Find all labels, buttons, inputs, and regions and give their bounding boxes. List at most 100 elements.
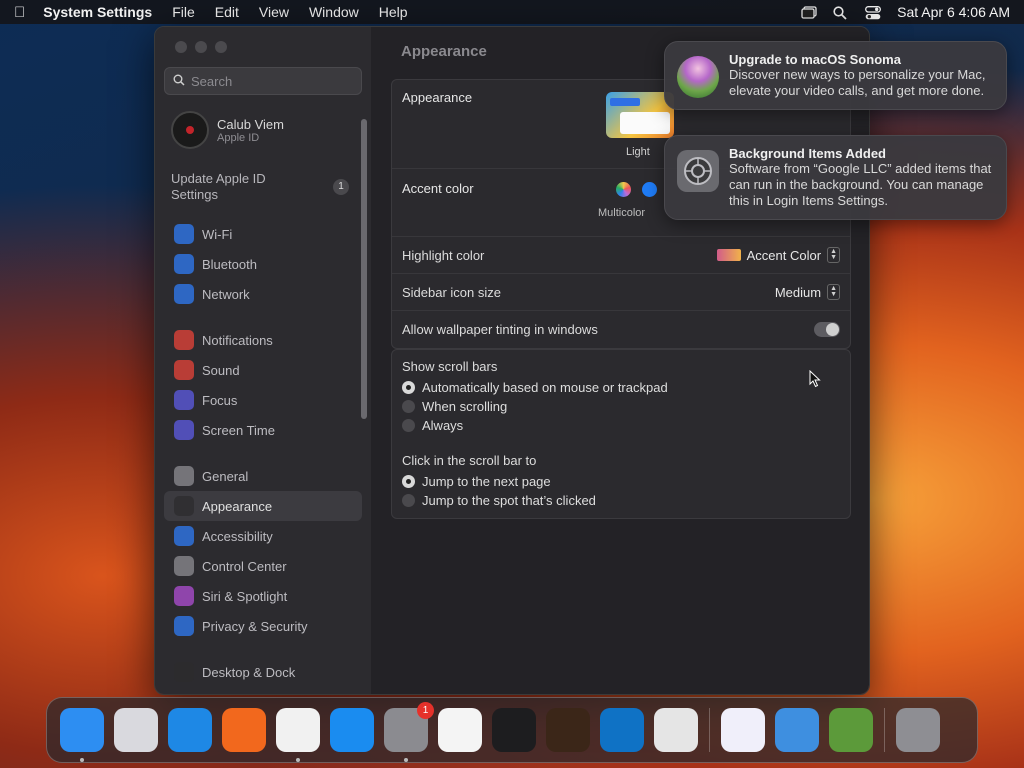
sidebar-group: Wi-Fi Bluetooth Network — [155, 219, 371, 309]
scroll-bars-option[interactable]: Always — [392, 416, 850, 435]
system-settings-icon[interactable]: 1 — [384, 702, 434, 762]
app-store-icon[interactable] — [330, 708, 374, 752]
sidebar-item-desktop-dock[interactable]: Desktop & Dock — [164, 657, 362, 687]
accent-blue-swatch[interactable] — [642, 182, 657, 197]
sidebar-item-label: Bluetooth — [202, 256, 257, 272]
highlight-color-popup[interactable]: Accent Color ▲ ▼ — [716, 247, 840, 263]
search-field[interactable] — [164, 67, 362, 95]
menu-edit[interactable]: Edit — [215, 4, 239, 20]
radio-button[interactable] — [402, 475, 415, 488]
minimize-button[interactable] — [195, 41, 207, 53]
close-button[interactable] — [175, 41, 187, 53]
show-scroll-bars-label: Show scroll bars — [402, 359, 498, 374]
sidebar-item-privacy-security[interactable]: Privacy & Security — [164, 611, 362, 641]
click-scroll-option[interactable]: Jump to the next page — [392, 472, 850, 491]
wallpaper-tinting-toggle[interactable] — [814, 322, 840, 337]
weather-icon[interactable] — [775, 708, 819, 752]
menu-help[interactable]: Help — [379, 4, 408, 20]
menu-app-name[interactable]: System Settings — [43, 4, 152, 20]
gear-icon — [174, 466, 194, 486]
sidebar-item-label: Privacy & Security — [202, 618, 308, 634]
search-input[interactable] — [191, 73, 341, 89]
sidebar-item-bluetooth[interactable]: Bluetooth — [164, 249, 362, 279]
notification-body: Software from “Google LLC” added items t… — [729, 161, 992, 208]
control-center-icon — [174, 556, 194, 576]
minecraft-icon[interactable] — [829, 708, 873, 752]
appearance-icon — [174, 496, 194, 516]
chrome-icon[interactable] — [276, 708, 320, 762]
speaker-icon — [174, 360, 194, 380]
radio-button[interactable] — [402, 419, 415, 432]
main-content: Appearance Appearance Light Accent color… — [371, 27, 869, 694]
click-scroll-option-label: Jump to the next page — [422, 474, 551, 489]
notification-sonoma[interactable]: Upgrade to macOS Sonoma Discover new way… — [664, 41, 1007, 110]
launchpad-icon[interactable] — [114, 708, 158, 752]
scroll-bars-option[interactable]: Automatically based on mouse or trackpad — [392, 378, 850, 397]
running-indicator — [404, 758, 408, 762]
sidebar-item-control-center[interactable]: Control Center — [164, 551, 362, 581]
terminal-icon[interactable] — [492, 708, 536, 752]
finder-icon[interactable] — [60, 708, 104, 762]
menu-clock[interactable]: Sat Apr 6 4:06 AM — [897, 4, 1010, 20]
notification-background-items[interactable]: Background Items Added Software from “Go… — [664, 135, 1007, 220]
sidebar-item-wi-fi[interactable]: Wi-Fi — [164, 219, 362, 249]
sidebar-icon-size-row: Sidebar icon size Medium ▲ ▼ — [392, 274, 850, 311]
visual-studio-icon[interactable] — [721, 708, 765, 752]
menu-window[interactable]: Window — [309, 4, 359, 20]
sidebar-item-appearance[interactable]: Appearance — [164, 491, 362, 521]
sidebar-item-general[interactable]: General — [164, 461, 362, 491]
update-apple-id-item[interactable]: Update Apple ID Settings 1 — [155, 171, 371, 203]
bluetooth-icon — [174, 254, 194, 274]
textedit-icon[interactable] — [438, 708, 482, 752]
wifi-icon — [174, 224, 194, 244]
scroll-bars-card: Show scroll bars Automatically based on … — [391, 349, 851, 519]
sidebar-item-focus[interactable]: Focus — [164, 385, 362, 415]
zoom-button[interactable] — [215, 41, 227, 53]
sidebar-item-screen-time[interactable]: Screen Time — [164, 415, 362, 445]
accent-multicolor-swatch[interactable] — [616, 182, 631, 197]
garageband-icon[interactable] — [546, 708, 590, 752]
radio-button[interactable] — [402, 494, 415, 507]
safari-icon[interactable] — [168, 708, 212, 752]
scroll-bars-option-label: Automatically based on mouse or trackpad — [422, 380, 668, 395]
sidebar-item-network[interactable]: Network — [164, 279, 362, 309]
notification-body: Discover new ways to personalize your Ma… — [729, 67, 986, 98]
accent-color-label: Accent color — [402, 181, 474, 196]
scroll-bars-option[interactable]: When scrolling — [392, 397, 850, 416]
avatar — [171, 111, 209, 149]
sidebar-item-siri-spotlight[interactable]: Siri & Spotlight — [164, 581, 362, 611]
apple-menu-icon[interactable]:  — [14, 4, 25, 21]
sidebar: Calub Viem Apple ID Update Apple ID Sett… — [155, 27, 371, 694]
trash-icon[interactable] — [896, 708, 940, 752]
screen-mirroring-icon[interactable] — [801, 5, 817, 19]
vscode-icon[interactable] — [600, 708, 644, 752]
menu-bar:  System Settings File Edit View Window … — [0, 0, 1024, 24]
dock-separator — [884, 708, 885, 752]
sidebar-item-accessibility[interactable]: Accessibility — [164, 521, 362, 551]
menu-file[interactable]: File — [172, 4, 195, 20]
sidebar-scrollbar[interactable] — [361, 119, 367, 419]
running-indicator — [296, 758, 300, 762]
sidebar-item-sound[interactable]: Sound — [164, 355, 362, 385]
profile-name: Calub Viem — [217, 116, 284, 132]
apple-id-profile[interactable]: Calub Viem Apple ID — [155, 105, 371, 155]
appearance-label: Appearance — [402, 90, 473, 105]
spotlight-search-icon[interactable] — [833, 5, 849, 20]
sidebar-item-notifications[interactable]: Notifications — [164, 325, 362, 355]
sidebar-icon-size-popup[interactable]: Medium ▲ ▼ — [775, 284, 840, 300]
roblox-icon[interactable] — [654, 708, 698, 752]
sidebar-group: General Appearance Accessibility Control Ce… — [155, 461, 371, 641]
globe-icon — [174, 284, 194, 304]
running-indicator — [80, 758, 84, 762]
click-scroll-option[interactable]: Jump to the spot that’s clicked — [392, 491, 850, 510]
radio-button[interactable] — [402, 400, 415, 413]
sidebar-item-label: Desktop & Dock — [202, 664, 296, 680]
wallpaper-tinting-label: Allow wallpaper tinting in windows — [402, 322, 598, 337]
firefox-icon[interactable] — [222, 708, 266, 752]
search-icon — [173, 74, 185, 89]
profile-subtitle: Apple ID — [217, 131, 260, 144]
sidebar-item-label: Accessibility — [202, 528, 273, 544]
control-center-icon[interactable] — [865, 5, 882, 19]
menu-view[interactable]: View — [259, 4, 289, 20]
radio-button[interactable] — [402, 381, 415, 394]
